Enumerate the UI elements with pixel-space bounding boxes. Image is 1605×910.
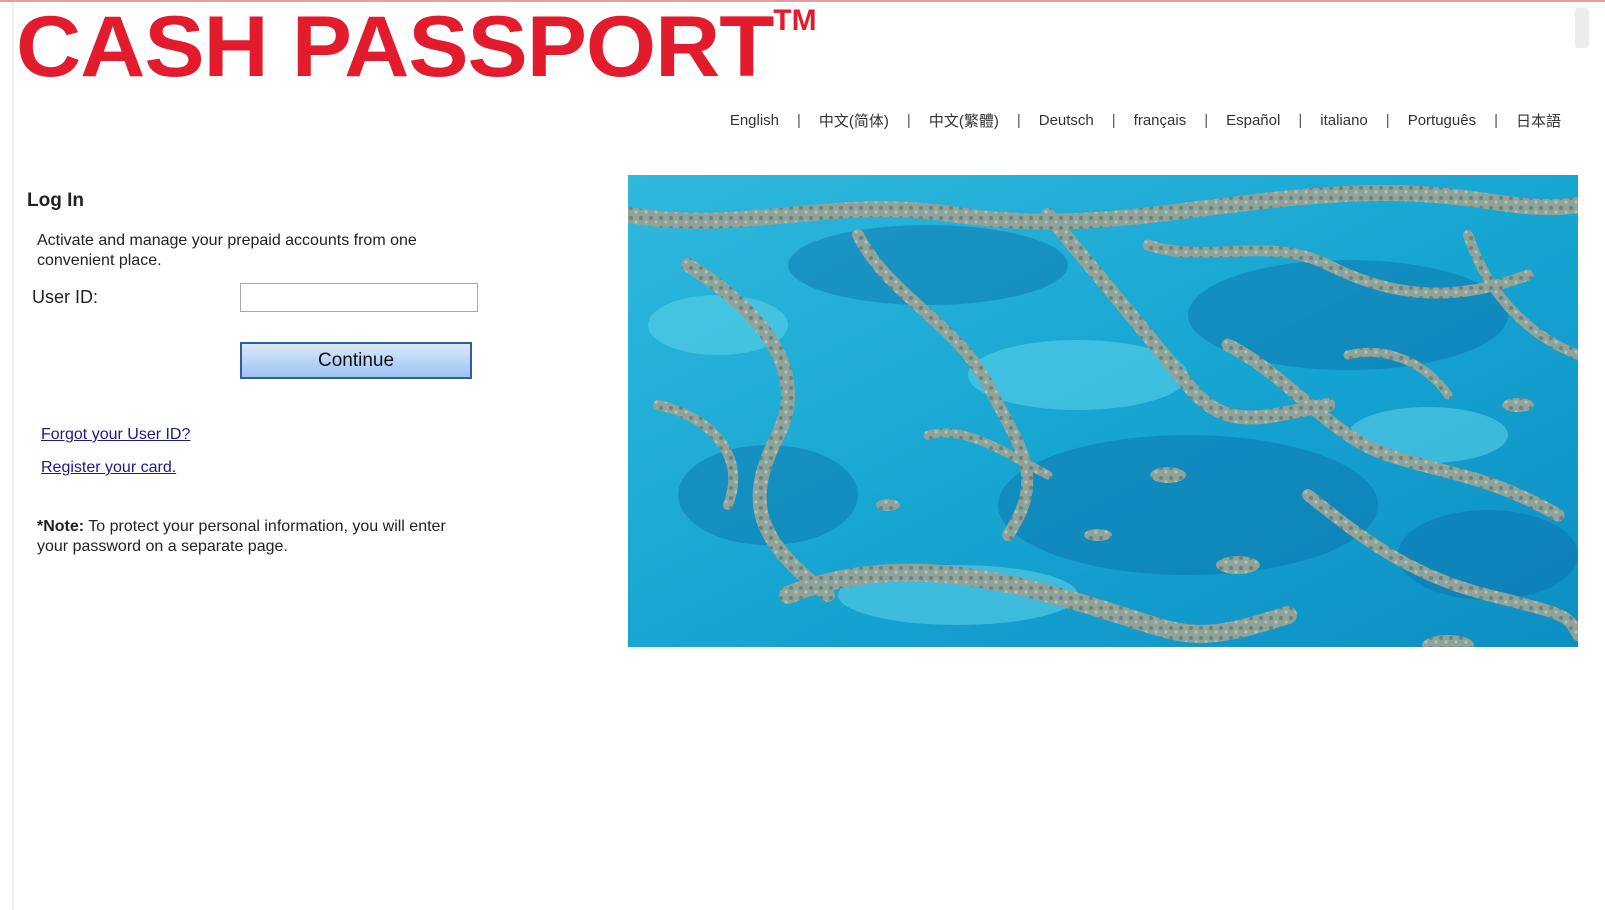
lang-espanol[interactable]: Español	[1226, 112, 1280, 129]
lang-separator: |	[1298, 112, 1303, 129]
login-title: Log In	[27, 190, 84, 211]
brand-logo: CASH PASSPORT TM	[16, 4, 817, 90]
lang-separator: |	[1385, 112, 1390, 129]
lang-separator: |	[1204, 112, 1209, 129]
lang-separator: |	[1494, 112, 1498, 129]
lang-separator: |	[1111, 112, 1116, 129]
trademark-symbol: TM	[773, 4, 817, 37]
lang-separator: |	[1016, 112, 1021, 129]
password-note: *Note: To protect your personal informat…	[37, 517, 457, 557]
user-id-input[interactable]	[240, 283, 478, 312]
lang-separator: |	[797, 112, 801, 129]
user-id-label: User ID:	[32, 287, 99, 307]
lang-francais[interactable]: français	[1134, 112, 1187, 129]
register-card-link[interactable]: Register your card.	[41, 459, 527, 477]
login-panel: Log In Activate and manage your prepaid …	[27, 190, 527, 557]
continue-button[interactable]: Continue	[240, 342, 472, 379]
lang-chinese-traditional[interactable]: 中文(繁體)	[929, 110, 999, 131]
user-id-row: User ID:	[32, 283, 527, 312]
lang-italiano[interactable]: italiano	[1320, 112, 1368, 129]
help-links: Forgot your User ID? Register your card.	[41, 426, 527, 477]
lang-japanese[interactable]: 日本語	[1516, 110, 1561, 131]
language-selector: English | 中文(简体) | 中文(繁體) | Deutsch | fr…	[730, 110, 1561, 131]
hero-image	[628, 175, 1578, 647]
lang-deutsch[interactable]: Deutsch	[1039, 112, 1094, 129]
lang-separator: |	[906, 112, 911, 129]
scrollbar[interactable]	[1575, 8, 1589, 48]
left-rule	[12, 2, 14, 910]
lang-chinese-simplified[interactable]: 中文(简体)	[819, 110, 889, 131]
lang-portugues[interactable]: Português	[1408, 112, 1476, 129]
note-prefix: *Note:	[37, 518, 85, 535]
login-intro: Activate and manage your prepaid account…	[37, 232, 417, 269]
note-text: To protect your personal information, yo…	[37, 518, 446, 555]
forgot-user-id-link[interactable]: Forgot your User ID?	[41, 426, 527, 444]
reef-aerial-photo	[628, 175, 1578, 647]
lang-english[interactable]: English	[730, 112, 779, 129]
logo-text: CASH PASSPORT	[16, 0, 774, 95]
